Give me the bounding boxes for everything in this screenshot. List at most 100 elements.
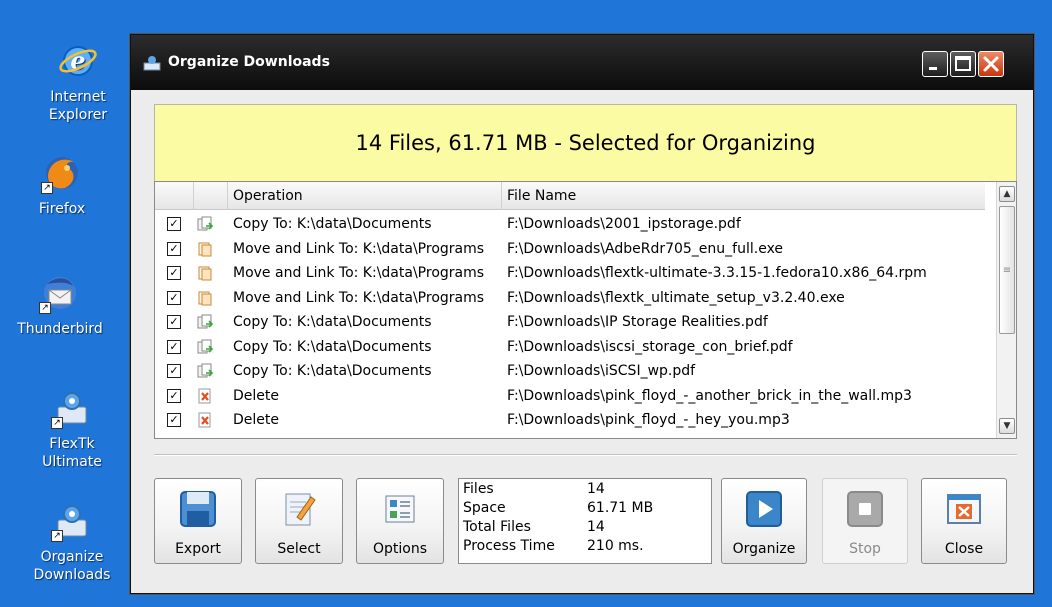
- maximize-icon: [955, 56, 971, 71]
- row-checkbox[interactable]: ✓: [167, 266, 181, 280]
- row-checkbox[interactable]: ✓: [167, 388, 181, 403]
- table-row[interactable]: ✓ Delete F:\Downloads\pink_floyd_-_another…: [155, 384, 985, 409]
- table-row[interactable]: ✓ Copy To: K:\data\Documents F:\Downloads\…: [155, 335, 985, 360]
- header-checkbox-column[interactable]: [155, 182, 193, 210]
- table-row[interactable]: ✓ Copy To: K:\data\Documents F:\Downloads\…: [155, 212, 985, 237]
- stat-value: 14: [587, 519, 605, 535]
- options-list-icon: [380, 489, 420, 533]
- copy-operation-icon: [197, 216, 214, 232]
- header-file-name[interactable]: File Name: [501, 182, 985, 210]
- row-file-name: F:\Downloads\flextk_ultimate_setup_v3.2.…: [507, 289, 845, 306]
- row-checkbox[interactable]: ✓: [167, 217, 181, 231]
- stop-label: Stop: [849, 541, 881, 557]
- close-window-icon: [944, 489, 984, 533]
- table-row[interactable]: ✓ Move and Link To: K:\data\Programs F:\Do…: [155, 261, 985, 286]
- organize-downloads-icon: ↗: [51, 500, 93, 542]
- row-operation: Copy To: K:\data\Documents: [233, 314, 432, 330]
- export-label: Export: [175, 541, 221, 557]
- header-operation[interactable]: Operation: [227, 182, 501, 210]
- row-operation: Copy To: K:\data\Documents: [233, 216, 432, 232]
- window-title: Organize Downloads: [168, 54, 330, 70]
- copy-operation-icon: [197, 314, 214, 330]
- table-row[interactable]: ✓ Move and Link To: K:\data\Programs F:\Do…: [155, 237, 985, 262]
- selection-summary-banner: 14 Files, 61.71 MB - Selected for Organi…: [154, 104, 1017, 182]
- vertical-scrollbar[interactable]: ▲ ≡ ▼: [996, 182, 1016, 438]
- select-label: Select: [277, 541, 321, 557]
- grid-rows: ✓ Copy To: K:\data\Documents F:\Downloads\…: [155, 212, 985, 433]
- title-bar[interactable]: Organize Downloads: [131, 35, 1033, 90]
- row-checkbox[interactable]: ✓: [167, 290, 181, 305]
- desktop-icon-organize-downloads[interactable]: ↗ Organize Downloads: [22, 500, 122, 584]
- close-icon: [983, 56, 999, 72]
- close-button[interactable]: Close: [921, 478, 1007, 564]
- row-file-name: F:\Downloads\iSCSI_wp.pdf: [507, 363, 696, 379]
- row-operation: Copy To: K:\data\Documents: [233, 338, 432, 355]
- desktop-icon-flextk-ultimate[interactable]: ↗ FlexTk Ultimate: [22, 387, 122, 471]
- desktop-icon-internet-explorer[interactable]: e Internet Explorer: [28, 40, 128, 124]
- select-button[interactable]: Select: [255, 478, 343, 564]
- desktop-icon-label: Thunderbird: [17, 321, 103, 337]
- scroll-thumb[interactable]: ≡: [999, 206, 1015, 334]
- window-content: 14 Files, 61.71 MB - Selected for Organi…: [135, 90, 1029, 589]
- scroll-up-button[interactable]: ▲: [999, 186, 1015, 202]
- close-label: Close: [944, 541, 984, 557]
- separator-line: [154, 454, 1017, 456]
- table-row[interactable]: ✓ Move and Link To: K:\data\Programs F:\Do…: [155, 286, 985, 311]
- minimize-icon: [929, 67, 937, 70]
- minimize-button[interactable]: [922, 51, 948, 77]
- save-disk-icon: [178, 489, 218, 533]
- desktop-icon-thunderbird[interactable]: ↗ Thunderbird: [10, 272, 110, 338]
- play-icon: [744, 489, 784, 533]
- stat-label: Process Time: [463, 538, 555, 554]
- organize-label: Organize: [732, 541, 796, 557]
- desktop-icon-label: FlexTk: [49, 436, 95, 452]
- row-checkbox[interactable]: ✓: [167, 413, 181, 427]
- export-button[interactable]: Export: [154, 478, 242, 564]
- stat-value: 210 ms.: [587, 538, 644, 554]
- delete-operation-icon: [197, 412, 213, 428]
- desktop-icon-firefox[interactable]: ↗ Firefox: [12, 152, 112, 218]
- stat-label: Total Files: [463, 519, 531, 535]
- copy-operation-icon: [197, 339, 214, 355]
- move-operation-icon: [197, 265, 213, 281]
- row-file-name: F:\Downloads\IP Storage Realities.pdf: [507, 314, 768, 330]
- app-icon: [143, 55, 161, 71]
- stat-value: 14: [587, 481, 605, 497]
- maximize-button[interactable]: [950, 51, 976, 77]
- desktop-icon-label: Internet: [50, 89, 106, 105]
- row-checkbox[interactable]: ✓: [167, 364, 181, 378]
- grid-header: Operation File Name: [155, 182, 985, 210]
- move-operation-icon: [197, 241, 213, 257]
- row-file-name: F:\Downloads\AdbeRdr705_enu_full.exe: [507, 240, 784, 257]
- row-operation: Move and Link To: K:\data\Programs: [233, 265, 485, 281]
- row-checkbox[interactable]: ✓: [167, 241, 181, 256]
- copy-operation-icon: [197, 363, 214, 379]
- row-file-name: F:\Downloads\pink_floyd_-_another_brick_…: [507, 387, 912, 404]
- options-label: Options: [372, 541, 428, 557]
- row-checkbox[interactable]: ✓: [167, 315, 181, 329]
- stop-button[interactable]: Stop: [822, 478, 908, 564]
- row-checkbox[interactable]: ✓: [167, 339, 181, 354]
- stat-value: 61.71 MB: [587, 500, 654, 516]
- stat-label: Space: [463, 500, 506, 516]
- options-button[interactable]: Options: [356, 478, 444, 564]
- desktop-icon-label: Organize: [40, 549, 104, 565]
- row-operation: Move and Link To: K:\data\Programs: [233, 240, 485, 257]
- organize-button[interactable]: Organize: [721, 478, 807, 564]
- row-operation: Move and Link To: K:\data\Programs: [233, 289, 485, 306]
- desktop-icon-label: Explorer: [48, 107, 108, 123]
- flextk-ultimate-icon: ↗: [51, 387, 93, 429]
- operations-grid[interactable]: Operation File Name ✓ Copy To: K:\data\Do…: [154, 181, 1017, 439]
- scroll-down-button[interactable]: ▼: [999, 418, 1015, 434]
- table-row[interactable]: ✓ Copy To: K:\data\Documents F:\Downloads\…: [155, 359, 985, 384]
- window-close-button[interactable]: [978, 51, 1004, 77]
- desktop-icon-label: Ultimate: [42, 454, 102, 470]
- shortcut-arrow-icon: ↗: [51, 417, 63, 429]
- firefox-icon: ↗: [41, 152, 83, 194]
- table-row[interactable]: ✓ Copy To: K:\data\Documents F:\Downloads\…: [155, 310, 985, 335]
- table-row[interactable]: ✓ Delete F:\Downloads\pink_floyd_-_hey_you…: [155, 408, 985, 433]
- header-icon-column[interactable]: [193, 182, 227, 210]
- row-file-name: F:\Downloads\iscsi_storage_con_brief.pdf: [507, 338, 793, 355]
- desktop-icon-label: Firefox: [38, 201, 86, 217]
- organize-downloads-window: Organize Downloads 14 Files, 61.71 MB - …: [130, 34, 1034, 594]
